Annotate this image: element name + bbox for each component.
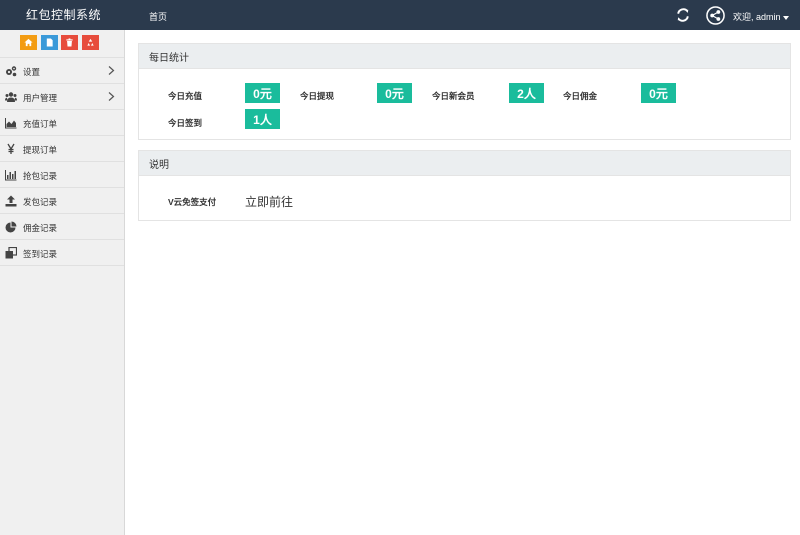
shortcut-recycle-button[interactable]	[82, 35, 99, 50]
sidebar-item-label: 发包记录	[23, 197, 58, 207]
shortcut-trash-button[interactable]	[61, 35, 78, 50]
shortcut-document-button[interactable]	[41, 35, 58, 50]
stat-label-withdraw: 今日提现	[300, 91, 335, 101]
sidebar-item-label: 设置	[23, 67, 41, 77]
chevron-right-icon	[108, 92, 115, 101]
stat-value-checkin: 1人	[245, 109, 280, 129]
sidebar-item-settings[interactable]: 设置	[0, 58, 124, 84]
gears-icon	[5, 65, 17, 77]
stat-label-recharge: 今日充值	[168, 91, 203, 101]
yen-icon	[5, 143, 17, 155]
shortcut-home-button[interactable]	[20, 35, 37, 50]
brand-title[interactable]: 红包控制系统	[26, 6, 101, 23]
sidebar-item-commission-records[interactable]: 佣金记录	[0, 214, 124, 240]
sidebar-item-label: 用户管理	[23, 93, 58, 103]
chevron-right-icon	[108, 66, 115, 75]
sidebar-item-label: 充值订单	[23, 119, 58, 129]
stat-label-new-members: 今日新会员	[432, 91, 475, 101]
stat-value-withdraw: 0元	[377, 83, 412, 103]
payment-label: V云免签支付	[168, 197, 217, 207]
sidebar-item-label: 签到记录	[23, 249, 58, 259]
caret-down-icon	[782, 15, 789, 20]
sidebar-item-user-management[interactable]: 用户管理	[0, 84, 124, 110]
sidebar-item-send-records[interactable]: 发包记录	[0, 188, 124, 214]
shortcut-bar	[0, 30, 124, 58]
upload-icon	[5, 195, 17, 207]
sidebar-item-recharge-orders[interactable]: 充值订单	[0, 110, 124, 136]
panel-title: 说明	[139, 151, 790, 176]
stat-value-new-members: 2人	[509, 83, 544, 103]
pie-chart-icon	[5, 221, 17, 233]
sidebar-item-label: 提现订单	[23, 145, 58, 155]
user-menu-toggle[interactable]: 欢迎, admin	[733, 10, 789, 23]
sidebar-item-checkin-records[interactable]: 签到记录	[0, 240, 124, 266]
sidebar: 设置 用户管理 充值订单 提现订单 抢包记录 发包记录 佣金记录 签到记录	[0, 30, 125, 535]
share-avatar-icon[interactable]	[706, 6, 725, 25]
stat-label-commission: 今日佣金	[563, 91, 598, 101]
user-greeting: 欢迎, admin	[733, 12, 781, 22]
notes-panel: 说明 V云免签支付 立即前往	[138, 150, 791, 221]
sidebar-menu: 设置 用户管理 充值订单 提现订单 抢包记录 发包记录 佣金记录 签到记录	[0, 58, 124, 266]
trash-icon	[66, 38, 73, 47]
sidebar-item-grab-records[interactable]: 抢包记录	[0, 162, 124, 188]
users-icon	[5, 91, 17, 103]
daily-stats-panel: 每日统计 今日充值 0元 今日提现 0元 今日新会员 2人 今日佣金 0元 今日…	[138, 43, 791, 140]
stat-value-commission: 0元	[641, 83, 676, 103]
panel-title: 每日统计	[139, 44, 790, 69]
go-now-link[interactable]: 立即前往	[245, 193, 293, 210]
stat-label-checkin: 今日签到	[168, 118, 203, 128]
sidebar-item-label: 抢包记录	[23, 171, 58, 181]
sidebar-item-label: 佣金记录	[23, 223, 58, 233]
stats-grid: 今日充值 0元 今日提现 0元 今日新会员 2人 今日佣金 0元 今日签到 1人	[139, 69, 790, 139]
refresh-icon[interactable]	[676, 8, 690, 22]
notes-body: V云免签支付 立即前往	[139, 176, 790, 220]
main-content: 每日统计 今日充值 0元 今日提现 0元 今日新会员 2人 今日佣金 0元 今日…	[138, 43, 791, 231]
bar-chart-icon	[5, 169, 17, 181]
top-navbar: 红包控制系统 首页 欢迎, admin	[0, 0, 800, 30]
document-icon	[46, 38, 53, 47]
home-icon	[24, 38, 33, 47]
recycle-icon	[87, 38, 94, 46]
clone-icon	[5, 247, 17, 259]
area-chart-icon	[5, 117, 17, 129]
nav-home-link[interactable]: 首页	[149, 10, 167, 23]
sidebar-item-withdraw-orders[interactable]: 提现订单	[0, 136, 124, 162]
stat-value-recharge: 0元	[245, 83, 280, 103]
